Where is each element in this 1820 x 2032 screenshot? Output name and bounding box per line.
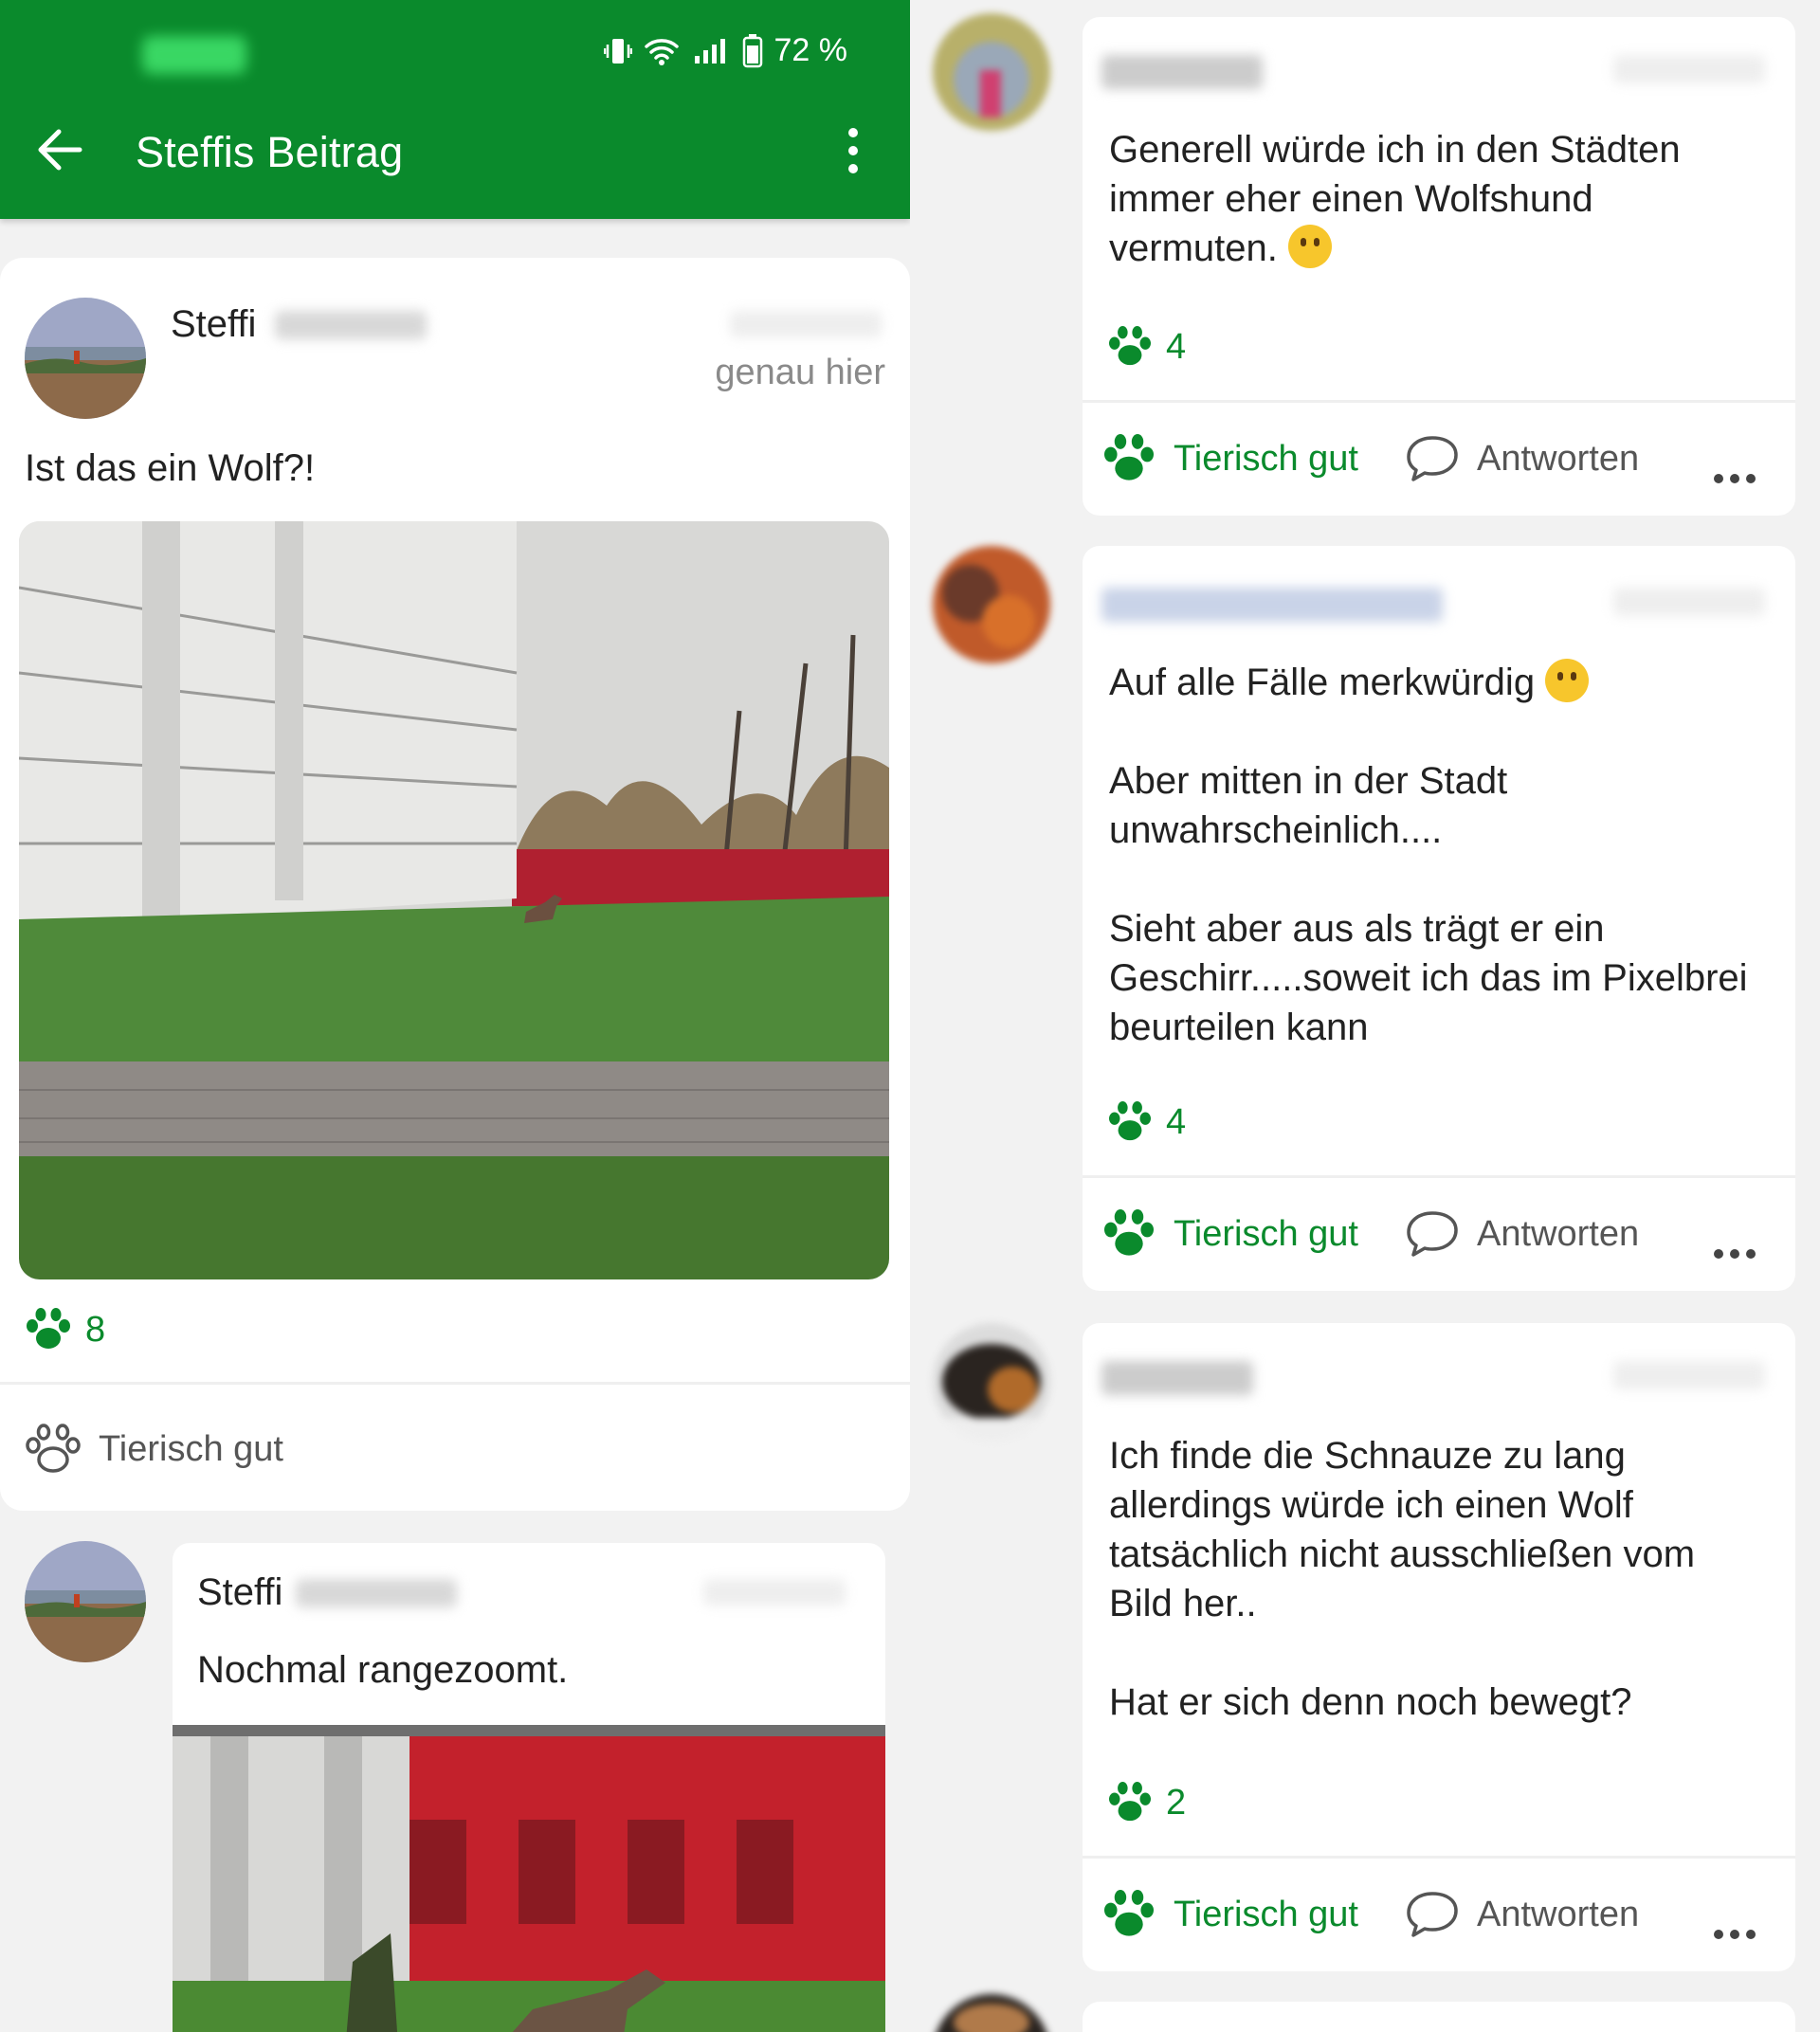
paw-outline-icon bbox=[26, 1424, 81, 1473]
paw-filled-icon bbox=[1109, 326, 1151, 366]
comment-3-text-2: Hat er sich denn noch bewegt? bbox=[1109, 1681, 1632, 1723]
comment-3-like-button[interactable]: Tierisch gut bbox=[1101, 1890, 1358, 1939]
comment-2-more-icon[interactable] bbox=[1714, 1249, 1756, 1259]
comment-2-like-count: 4 bbox=[1107, 1101, 1186, 1143]
paw-filled-icon bbox=[1109, 1782, 1151, 1822]
comment-3-card: Ich finde die Schnauze zu lang allerding… bbox=[1083, 1323, 1795, 1971]
reply-timestamp-blurred bbox=[703, 1579, 846, 1606]
comment-1-like-count: 4 bbox=[1107, 326, 1186, 368]
comments-panel: Generell würde ich in den Städten immer … bbox=[910, 0, 1820, 2032]
comment-1-text: Generell würde ich in den Städten immer … bbox=[1109, 129, 1681, 269]
comment-4-card bbox=[1083, 2002, 1795, 2032]
battery-percent: 72 % bbox=[774, 32, 848, 68]
comment-2-author-blurred bbox=[1101, 588, 1443, 622]
comment-3-author-blurred bbox=[1101, 1361, 1253, 1395]
comment-2-divider bbox=[1083, 1175, 1795, 1178]
post-panel: 72 % Steffis Beitrag Steffi genau hier I… bbox=[0, 0, 910, 2032]
post-text: Ist das ein Wolf?! bbox=[25, 447, 316, 489]
paw-filled-icon bbox=[1104, 1209, 1154, 1256]
comment-4-avatar[interactable] bbox=[933, 1994, 1050, 2032]
vibrate-icon bbox=[603, 38, 632, 64]
comment-1-avatar[interactable] bbox=[933, 13, 1050, 131]
post-card: Steffi genau hier Ist das ein Wolf?! 8 T… bbox=[0, 258, 910, 1511]
comment-1-like-button[interactable]: Tierisch gut bbox=[1101, 434, 1358, 483]
post-divider bbox=[0, 1382, 910, 1385]
timestamp-blurred bbox=[730, 311, 882, 337]
author-name[interactable]: Steffi bbox=[171, 303, 256, 346]
comment-3-like-count: 2 bbox=[1107, 1782, 1186, 1823]
speech-bubble-icon bbox=[1407, 436, 1458, 481]
comment-1-reply-button[interactable]: Antworten bbox=[1405, 434, 1639, 483]
reply-card: Steffi Nochmal rangezoomt. bbox=[173, 1543, 885, 2032]
comment-1-divider bbox=[1083, 400, 1795, 403]
author-avatar[interactable] bbox=[25, 298, 146, 419]
post-like-button[interactable]: Tierisch gut bbox=[25, 1424, 283, 1475]
signal-icon bbox=[694, 38, 725, 64]
comment-2-like-button[interactable]: Tierisch gut bbox=[1101, 1209, 1358, 1259]
comment-2-timestamp-blurred bbox=[1613, 588, 1765, 616]
comment-3-more-icon[interactable] bbox=[1714, 1930, 1756, 1939]
wifi-icon bbox=[644, 38, 679, 65]
comment-3-avatar[interactable] bbox=[933, 1323, 1050, 1441]
page-title: Steffis Beitrag bbox=[136, 128, 404, 176]
paw-filled-icon bbox=[1109, 1101, 1151, 1141]
reply-avatar[interactable] bbox=[25, 1541, 146, 1662]
overflow-menu-icon[interactable] bbox=[844, 127, 863, 174]
comment-3-text: Ich finde die Schnauze zu lang allerding… bbox=[1109, 1435, 1696, 1624]
post-photo[interactable] bbox=[19, 521, 889, 1279]
status-icons: 72 % bbox=[603, 32, 848, 69]
comment-1-more-icon[interactable] bbox=[1714, 474, 1756, 483]
author-surname-blurred bbox=[275, 311, 427, 339]
reply-text: Nochmal rangezoomt. bbox=[197, 1649, 569, 1691]
comment-2-avatar[interactable] bbox=[933, 546, 1050, 663]
reply-author-name[interactable]: Steffi bbox=[197, 1571, 282, 1614]
comment-1-author-blurred bbox=[1101, 55, 1263, 89]
app-bar: 72 % Steffis Beitrag bbox=[0, 0, 910, 219]
thinking-face-icon bbox=[1287, 225, 1332, 268]
post-location: genau hier bbox=[715, 353, 885, 392]
paw-filled-icon bbox=[1104, 1890, 1154, 1936]
reply-surname-blurred bbox=[296, 1579, 457, 1607]
raised-eyebrow-face-icon bbox=[1545, 659, 1590, 702]
comment-1-timestamp-blurred bbox=[1613, 55, 1765, 83]
post-like-count: 8 bbox=[25, 1308, 105, 1352]
comment-3-divider bbox=[1083, 1856, 1795, 1859]
comment-2-text-2: Aber mitten in der Stadt unwahrscheinlic… bbox=[1109, 760, 1508, 851]
comment-2-reply-button[interactable]: Antworten bbox=[1405, 1209, 1639, 1259]
reply-photo[interactable] bbox=[173, 1725, 885, 2032]
comment-2-text-3: Sieht aber aus als trägt er ein Geschirr… bbox=[1109, 908, 1748, 1048]
speech-bubble-icon bbox=[1407, 1211, 1458, 1257]
paw-filled-icon bbox=[1104, 434, 1154, 481]
comment-3-reply-button[interactable]: Antworten bbox=[1405, 1890, 1639, 1939]
comment-3-timestamp-blurred bbox=[1613, 1361, 1765, 1389]
back-arrow-icon[interactable] bbox=[32, 121, 89, 178]
comment-2-text: Auf alle Fälle merkwürdig bbox=[1109, 658, 1757, 707]
paw-filled-icon bbox=[27, 1308, 70, 1349]
comment-1-card: Generell würde ich in den Städten immer … bbox=[1083, 17, 1795, 516]
speech-bubble-icon bbox=[1407, 1892, 1458, 1937]
comment-2-card: Auf alle Fälle merkwürdig Aber mitten in… bbox=[1083, 546, 1795, 1291]
battery-icon bbox=[742, 33, 762, 67]
status-time-blurred bbox=[142, 36, 246, 74]
